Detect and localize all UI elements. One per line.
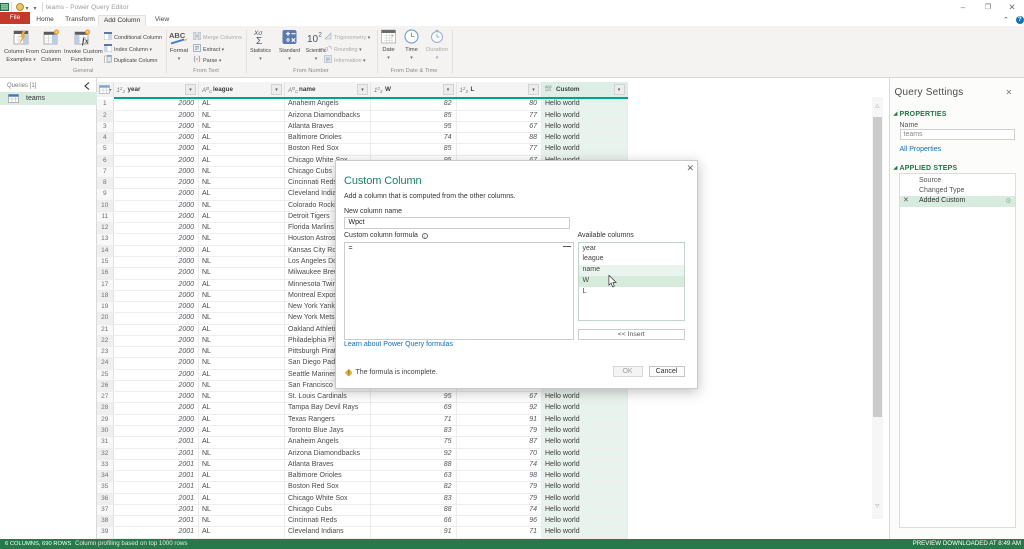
svg-text:.0: .0 [324, 47, 328, 52]
svg-text:Σ: Σ [256, 36, 262, 45]
svg-text:ABC: ABC [169, 31, 186, 40]
svg-text:10: 10 [307, 34, 319, 45]
svg-text:fx: fx [82, 36, 89, 45]
svg-text:2: 2 [319, 32, 323, 38]
